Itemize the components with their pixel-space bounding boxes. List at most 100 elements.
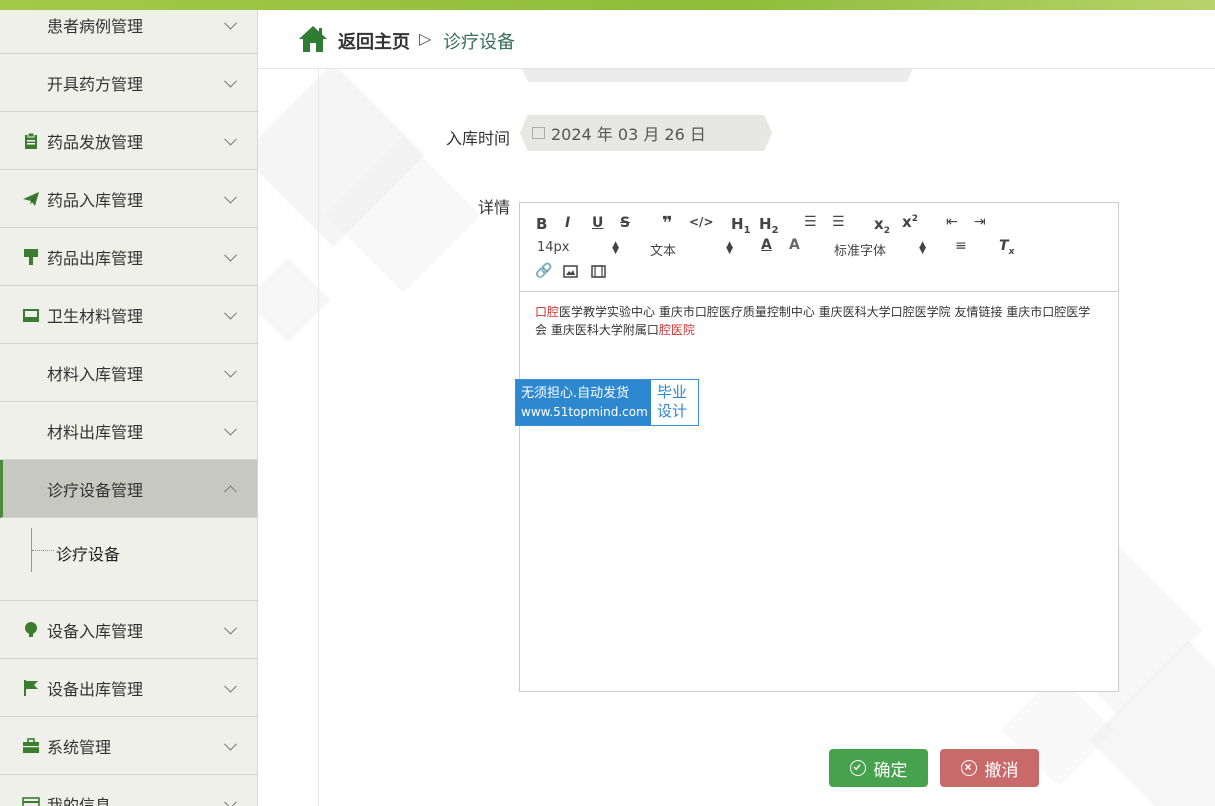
watermark-left: 无须担心.自动发货 www.51topmind.com — [516, 380, 651, 425]
heading1-icon[interactable]: H1 — [731, 215, 751, 236]
sidebar-item-medical-materials[interactable]: 卫生材料管理 — [0, 286, 257, 344]
sidebar-item-equipment-stock-in[interactable]: 设备入库管理 — [0, 601, 257, 659]
chevron-down-icon — [224, 132, 237, 146]
chevron-down-icon — [224, 306, 237, 320]
sidebar-item-system[interactable]: 系统管理 — [0, 717, 257, 775]
grid-icon — [22, 74, 40, 92]
sidebar-item-prescriptions[interactable]: 开具药方管理 — [0, 54, 257, 112]
bold-icon[interactable]: B — [536, 215, 547, 233]
sidebar-item-patient-records[interactable]: 患者病例管理 — [0, 10, 257, 54]
close-circle-icon — [960, 760, 977, 776]
editor-content[interactable]: 口腔医学教学实验中心 重庆市口腔医疗质量控制中心 重庆医科大学口腔医学院 友情链… — [535, 303, 1100, 339]
superscript-icon[interactable]: x2 — [902, 213, 918, 231]
sidebar-item-drug-stock-in[interactable]: 药品入库管理 — [0, 170, 257, 228]
sidebar-item-material-stock-in[interactable]: 材料入库管理 — [0, 344, 257, 402]
top-accent-bar — [0, 0, 1215, 10]
editor-text-segment: 医学教学实验中心 重庆市口腔医疗质量控制中心 重庆医科大学口腔医学院 友情链接 … — [535, 305, 1091, 337]
breadcrumb-separator: ▷ — [419, 29, 432, 48]
editor-text-segment: 口腔 — [535, 305, 560, 319]
check-circle-icon — [849, 760, 866, 776]
sidebar-submenu: 诊疗设备 — [0, 518, 257, 601]
watermark-line1: 无须担心.自动发货 — [521, 386, 630, 401]
chevron-up-icon — [224, 484, 237, 498]
cancel-button[interactable]: 撤消 — [940, 749, 1039, 787]
chevron-down-icon — [224, 74, 237, 88]
briefcase-icon — [23, 737, 39, 753]
lightbulb-icon — [25, 621, 37, 637]
font-family-select[interactable]: 标准字体 ▲ ▼ — [834, 240, 926, 260]
outdent-icon[interactable]: ⇤ — [946, 214, 958, 230]
sidebar-item-drug-stock-out[interactable]: 药品出库管理 — [0, 228, 257, 286]
sidebar-item-equipment[interactable]: 诊疗设备管理 — [0, 460, 257, 518]
date-field[interactable]: 2024 年 03 月 26 日 — [520, 115, 772, 151]
chevron-down-icon — [224, 248, 237, 262]
font-size-select[interactable]: 14px ▲ ▼ — [537, 240, 619, 256]
calendar-icon — [532, 127, 545, 139]
bullet-list-icon[interactable]: ☰ — [832, 214, 845, 230]
chevron-down-icon — [224, 795, 237, 806]
underline-icon[interactable]: U — [592, 215, 603, 231]
clear-format-icon[interactable]: Tx — [999, 238, 1014, 257]
clipboard-icon — [25, 132, 37, 149]
watermark-right: 毕业 设计 — [651, 380, 698, 425]
header-select[interactable]: 文本 ▲ ▼ — [650, 240, 733, 260]
sidebar-item-label: 设备出库管理 — [47, 679, 144, 699]
chevron-down-icon — [224, 364, 237, 378]
sidebar-item-label: 开具药方管理 — [47, 74, 144, 94]
font-family-value: 标准字体 — [834, 244, 887, 259]
home-link[interactable]: 返回主页 — [338, 28, 410, 54]
background-color-icon[interactable]: A — [789, 237, 800, 253]
tree-branch — [32, 550, 54, 551]
grid-icon — [22, 480, 40, 498]
cancel-label: 撤消 — [984, 760, 1019, 781]
align-icon[interactable]: ≡ — [955, 238, 967, 254]
home-icon[interactable] — [298, 25, 328, 53]
sidebar-item-label: 药品出库管理 — [47, 248, 144, 268]
sidebar-item-label: 卫生材料管理 — [47, 306, 144, 326]
indent-icon[interactable]: ⇥ — [974, 214, 986, 230]
sidebar-item-equipment-stock-out[interactable]: 设备出库管理 — [0, 659, 257, 717]
paper-plane-icon — [23, 191, 39, 206]
watermark-badge: 无须担心.自动发货 www.51topmind.com 毕业 设计 — [515, 379, 699, 426]
tray-icon — [23, 308, 39, 322]
watermark-url: www.51topmind.com — [521, 405, 648, 419]
watermark-right2: 设计 — [657, 402, 688, 420]
breadcrumb-current: 诊疗设备 — [443, 32, 515, 53]
subscript-icon[interactable]: x2 — [874, 215, 890, 236]
font-color-icon[interactable]: A — [761, 237, 772, 253]
confirm-button[interactable]: 确定 — [829, 749, 928, 787]
ordered-list-icon[interactable]: ☰ — [804, 214, 817, 230]
watermark-right1: 毕业 — [657, 383, 688, 401]
sidebar-item-my-info[interactable]: 我的信息 — [0, 775, 257, 806]
sidebar-item-material-stock-out[interactable]: 材料出库管理 — [0, 402, 257, 460]
blockquote-icon[interactable]: ❞ — [662, 213, 673, 234]
date-label: 入库时间 — [445, 129, 510, 148]
font-size-value: 14px — [537, 240, 570, 255]
sidebar-item-label: 材料入库管理 — [47, 364, 144, 384]
link-icon[interactable]: 🔗 — [535, 263, 552, 279]
breadcrumb: 返回主页 ▷ 诊疗设备 — [258, 10, 1215, 69]
sidebar-item-drug-dispense[interactable]: 药品发放管理 — [0, 112, 257, 170]
chevron-down-icon — [224, 190, 237, 204]
strikethrough-icon[interactable]: S — [620, 215, 630, 231]
sidebar-item-label: 设备入库管理 — [47, 621, 144, 641]
select-arrow-icon: ▲ ▼ — [919, 240, 926, 256]
credit-card-icon — [22, 796, 40, 806]
video-icon[interactable] — [591, 265, 606, 278]
rich-text-editor[interactable]: B I U S ❞ </> H1 H2 ☰ ☰ x2 x2 ⇤ ⇥ 14px ▲… — [519, 202, 1119, 692]
sidebar-subitem-equipment[interactable]: 诊疗设备 — [56, 541, 120, 565]
sidebar-item-label: 我的信息 — [47, 795, 112, 806]
detail-label: 详情 — [477, 198, 510, 217]
code-icon[interactable]: </> — [689, 215, 714, 229]
chevron-down-icon — [224, 422, 237, 436]
editor-toolbar: B I U S ❞ </> H1 H2 ☰ ☰ x2 x2 ⇤ ⇥ 14px ▲… — [520, 203, 1118, 292]
sidebar-item-label: 诊疗设备管理 — [47, 480, 144, 500]
sidebar-item-label: 材料出库管理 — [47, 422, 144, 442]
italic-icon[interactable]: I — [565, 215, 570, 231]
sidebar-item-label: 药品发放管理 — [47, 132, 144, 152]
sidebar-item-label: 患者病例管理 — [47, 16, 144, 36]
select-arrow-icon: ▲ ▼ — [726, 240, 733, 256]
grid-icon — [22, 422, 40, 440]
heading2-icon[interactable]: H2 — [759, 215, 779, 236]
image-icon[interactable] — [563, 265, 578, 278]
